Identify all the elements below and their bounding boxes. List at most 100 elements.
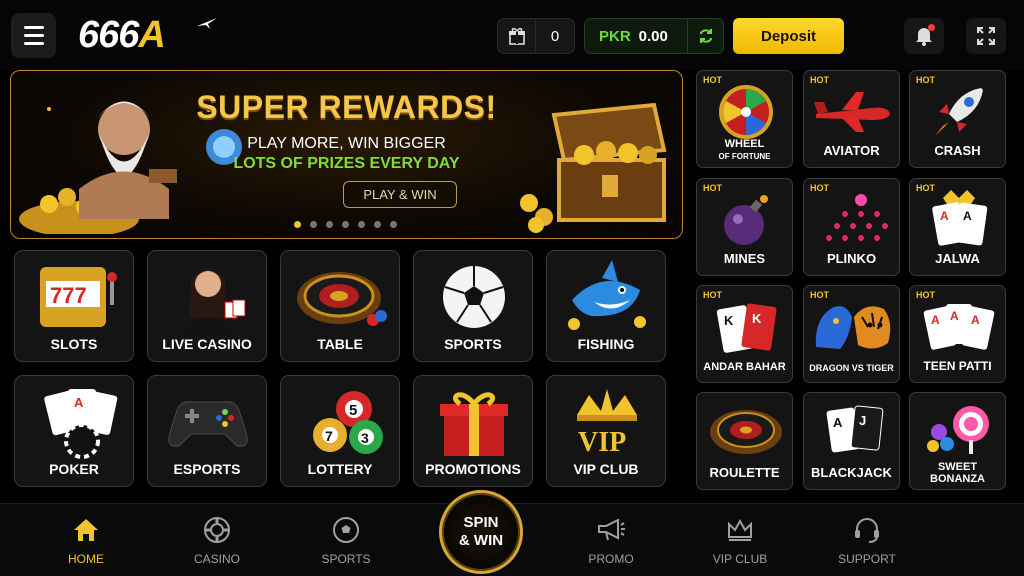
three-aces-icon: AAA [910,296,1005,358]
nav-support[interactable]: SUPPORT [822,516,912,566]
game-label: ROULETTE [709,465,780,480]
fullscreen-button[interactable] [966,18,1006,54]
carousel-dot[interactable] [294,221,301,228]
game-dragon-vs-tiger[interactable]: HOT DRAGON VS TIGER [803,285,900,383]
carousel-dots [294,221,397,228]
vip-crown-icon: VIP [547,382,665,462]
nav-promo[interactable]: PROMO [566,516,656,566]
roulette-wheel-icon [281,257,399,337]
game-jalwa[interactable]: HOT AA JALWA [909,178,1006,276]
game-label-line1: SWEET [937,461,978,473]
rocket-icon [910,81,1005,143]
carousel-dot[interactable] [342,221,349,228]
game-label-line2: BONANZA [930,473,985,485]
soccer-ball-icon [414,257,532,337]
nav-label: CASINO [193,552,240,566]
spin-label-line2: & WIN [458,532,504,549]
category-table[interactable]: TABLE [280,250,400,362]
game-label: JALWA [935,251,980,266]
carousel-dot[interactable] [358,221,365,228]
game-andar-bahar[interactable]: HOT KK ANDAR BAHAR [696,285,793,383]
game-label-line2: OF FORTUNE [718,152,771,161]
category-promotions[interactable]: PROMOTIONS [413,375,533,487]
game-mines[interactable]: HOT MINES [696,178,793,276]
category-label: FISHING [577,336,635,352]
game-teen-patti[interactable]: HOT AAA TEEN PATTI [909,285,1006,383]
nav-label: SUPPORT [838,552,896,566]
game-blackjack[interactable]: AJ BLACKJACK [803,392,900,490]
game-label: CRASH [934,143,981,158]
svg-text:K: K [724,313,734,328]
nav-label: PROMO [588,552,634,566]
category-live-casino[interactable]: LIVE CASINO [147,250,267,362]
category-label: VIP CLUB [573,461,639,477]
game-label: PLINKO [826,251,877,266]
game-crash[interactable]: HOT CRASH [909,70,1006,168]
logo-accent: A [138,14,165,56]
nav-label: HOME [68,552,104,566]
soccer-ball-icon [301,516,391,544]
nav-label: VIP CLUB [712,552,768,566]
hamburger-menu-button[interactable] [11,13,56,58]
category-label: POKER [49,461,99,477]
roulette-icon [697,399,792,461]
category-esports[interactable]: ESPORTS [147,375,267,487]
deposit-button[interactable]: Deposit [733,18,844,54]
poker-cards-icon: A [15,382,133,462]
category-sports[interactable]: SPORTS [413,250,533,362]
game-label: BLACKJACK [811,465,892,480]
notifications-button[interactable] [904,18,944,54]
promo-banner[interactable]: SUPER REWARDS! PLAY MORE, WIN BIGGER LOT… [10,70,683,239]
fullscreen-icon [977,27,995,45]
plane-icon [197,18,217,29]
svg-text:A: A [940,209,949,223]
spin-and-win-button[interactable]: SPIN & WIN [439,490,523,574]
gift-counter[interactable]: 0 [497,18,575,54]
spin-label-line1: SPIN [463,514,499,531]
category-slots[interactable]: 777 SLOTS [14,250,134,362]
svg-text:J: J [859,413,866,428]
carousel-dot[interactable] [310,221,317,228]
game-sweet-bonanza[interactable]: SWEET BONANZA [909,392,1006,490]
spin-label: SPIN & WIN [459,514,503,550]
refresh-balance-icon[interactable] [687,19,723,53]
nav-vip-club[interactable]: VIP CLUB [695,516,785,566]
nav-sports[interactable]: SPORTS [301,516,391,566]
category-fishing[interactable]: FISHING [546,250,666,362]
blackjack-cards-icon: AJ [804,399,899,461]
svg-text:3: 3 [361,430,369,446]
carousel-dot[interactable] [390,221,397,228]
lottery-balls-icon: 57 3 [281,382,399,462]
svg-text:VIP: VIP [578,427,626,458]
category-label: LOTTERY [307,461,373,477]
category-lottery[interactable]: 57 3 LOTTERY [280,375,400,487]
brand-logo[interactable]: 666A [78,14,217,57]
category-poker[interactable]: A POKER [14,375,134,487]
carousel-dot[interactable] [326,221,333,228]
nav-casino[interactable]: CASINO [172,516,262,566]
svg-text:K: K [752,311,762,326]
nav-label: SPORTS [321,552,371,566]
game-aviator[interactable]: HOT AVIATOR [803,70,900,168]
play-win-button[interactable]: PLAY & WIN [343,181,457,208]
bomb-icon [697,189,792,251]
svg-text:5: 5 [349,402,357,419]
wallet-balance: PKR 0.00 [584,18,724,54]
live-dealer-icon [148,257,266,337]
game-roulette[interactable]: ROULETTE [696,392,793,490]
game-label: WHEEL OF FORTUNE [697,138,792,163]
game-label: AVIATOR [823,143,880,158]
fortune-wheel-icon [697,81,792,143]
game-wheel-of-fortune[interactable]: HOT WHEEL OF FORTUNE [696,70,793,168]
candy-icon [910,397,1005,459]
carousel-dot[interactable] [374,221,381,228]
svg-text:A: A [971,313,980,327]
dragon-tiger-icon [804,296,899,358]
nav-home[interactable]: HOME [41,516,131,566]
game-label-line1: WHEEL [724,138,765,150]
category-vip-club[interactable]: VIP VIP CLUB [546,375,666,487]
game-label: MINES [723,251,766,266]
category-label: SPORTS [444,336,502,352]
game-plinko[interactable]: HOT PLINKO [803,178,900,276]
svg-text:7: 7 [325,428,333,444]
